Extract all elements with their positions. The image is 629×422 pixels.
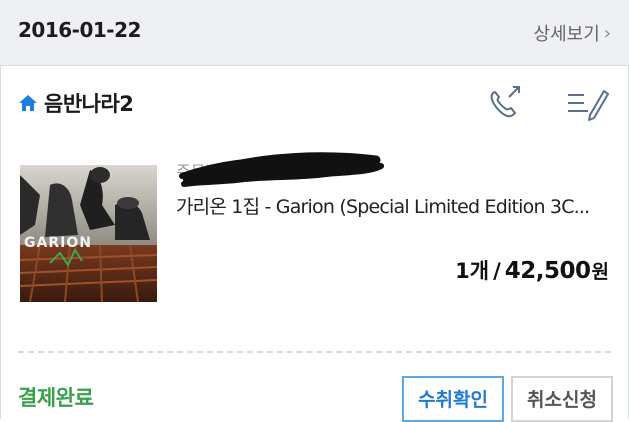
product-title[interactable]: 가리온 1집 - Garion (Special Limited Edition… — [176, 192, 590, 219]
order-date: 2016-01-22 — [18, 18, 141, 42]
phone-icon[interactable] — [485, 85, 525, 121]
currency-unit: 원 — [591, 261, 609, 283]
chevron-right-icon: › — [603, 22, 611, 44]
price-amount: 42,500 — [504, 258, 591, 284]
quantity: 1개 — [455, 259, 490, 283]
dashed-divider — [18, 351, 611, 353]
album-cover-image: GARION — [20, 165, 157, 302]
confirm-receipt-button[interactable]: 수취확인 — [402, 376, 504, 422]
price-summary: 1개 / 42,500 원 — [455, 255, 609, 285]
album-art-title: GARION — [24, 235, 92, 251]
order-date-header: 2016-01-22 상세보기 › — [0, 0, 629, 66]
cancel-request-button[interactable]: 취소신청 — [511, 376, 613, 422]
detail-view-label: 상세보기 — [533, 24, 600, 45]
price-separator: / — [493, 259, 501, 283]
home-icon — [19, 95, 37, 111]
redaction-scribble — [179, 152, 384, 187]
payment-status: 결제완료 — [18, 386, 94, 410]
memo-icon[interactable] — [564, 85, 610, 121]
detail-view-link[interactable]: 상세보기 › — [534, 20, 611, 46]
store-link[interactable]: 음반나라2 — [18, 88, 134, 118]
store-name: 음반나라2 — [44, 92, 134, 116]
